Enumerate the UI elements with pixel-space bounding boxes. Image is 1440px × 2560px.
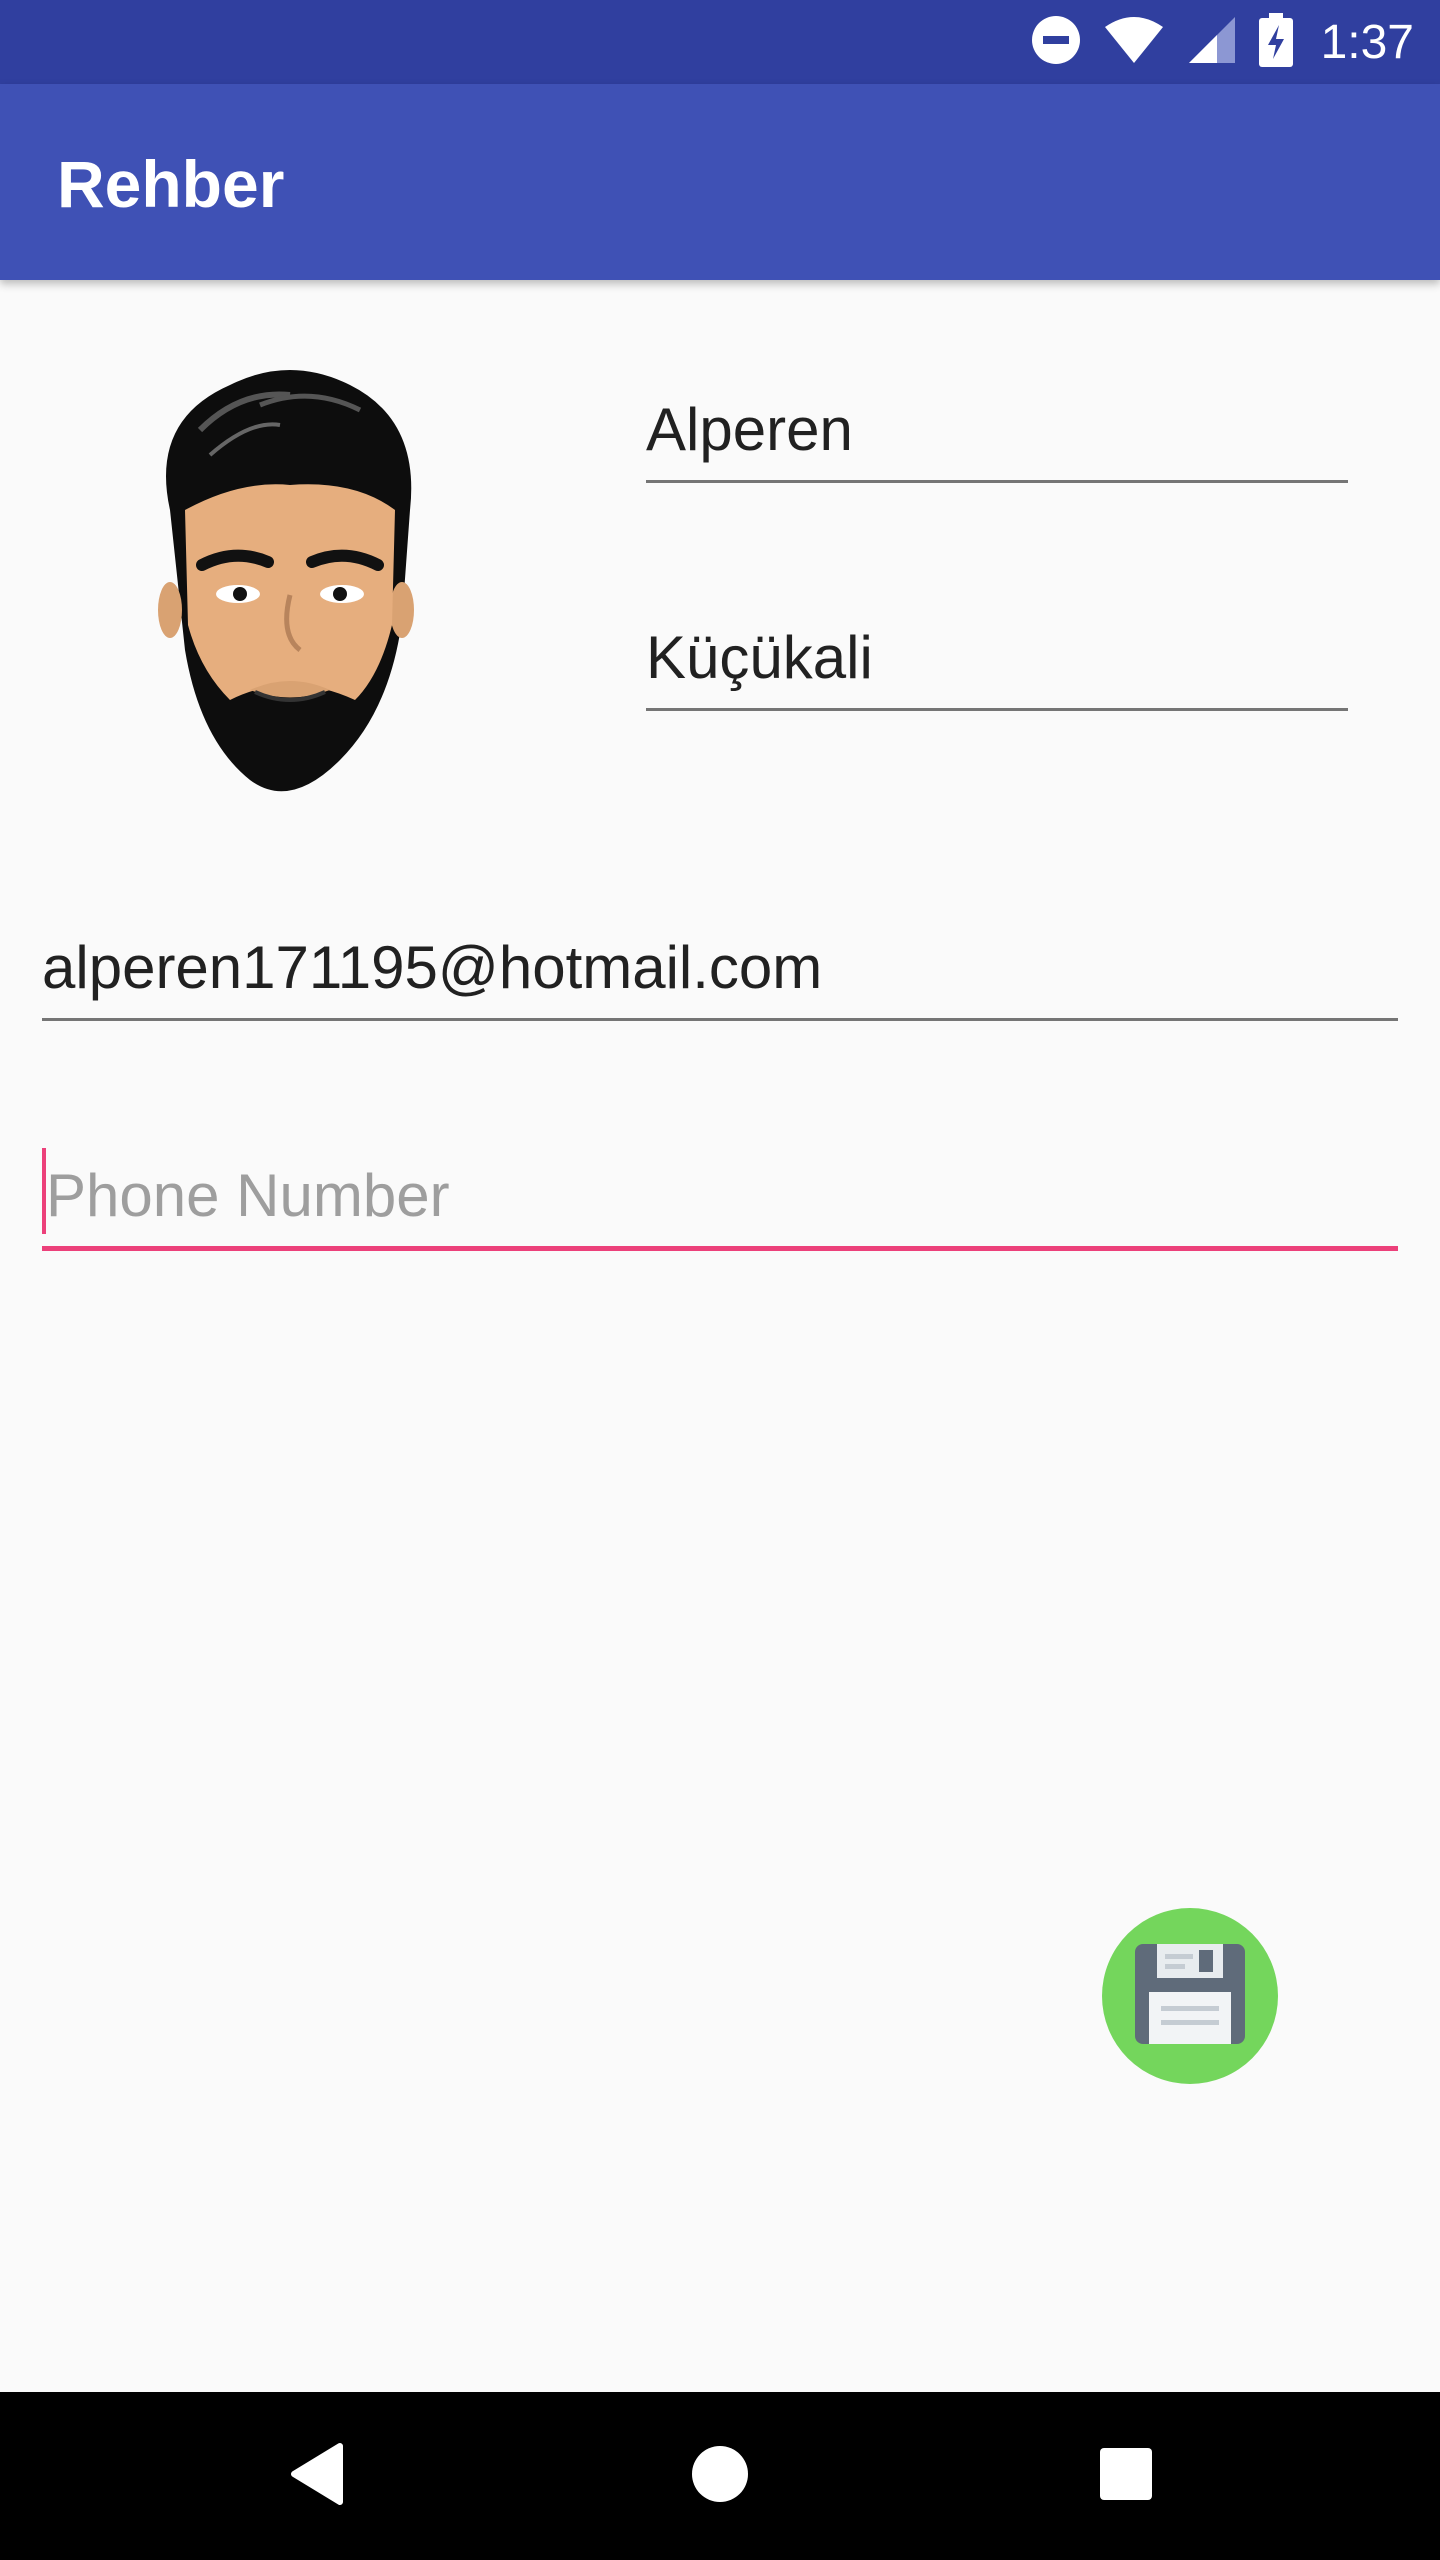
last-name-value: Küçükali <box>646 624 873 691</box>
save-floppy-icon <box>1135 1943 1245 2049</box>
email-field[interactable]: alperen171195@hotmail.com <box>42 908 1398 1021</box>
status-time: 1:37 <box>1320 15 1414 69</box>
home-button[interactable] <box>636 2392 804 2560</box>
do-not-disturb-icon <box>1031 15 1081 70</box>
navigation-bar <box>0 2392 1440 2560</box>
last-name-field[interactable]: Küçükali <box>646 598 1348 711</box>
screen: 1:37 Rehber Alperen Küçükali alperen1711… <box>0 0 1440 2560</box>
first-name-field[interactable]: Alperen <box>646 370 1348 483</box>
cell-signal-icon <box>1187 15 1237 70</box>
status-bar: 1:37 <box>0 0 1440 84</box>
back-icon <box>288 2442 348 2511</box>
recents-icon <box>1098 2446 1154 2507</box>
wifi-icon <box>1103 15 1165 70</box>
back-button[interactable] <box>234 2392 402 2560</box>
recents-button[interactable] <box>1042 2392 1210 2560</box>
app-bar: Rehber <box>0 84 1440 280</box>
first-name-value: Alperen <box>646 396 853 463</box>
app-title: Rehber <box>57 147 285 221</box>
contact-avatar[interactable] <box>140 360 440 820</box>
phone-number-field[interactable]: Phone Number <box>42 1136 1398 1251</box>
email-value: alperen171195@hotmail.com <box>42 934 823 1001</box>
save-button[interactable] <box>1102 1908 1278 2084</box>
status-icons: 1:37 <box>1031 0 1414 84</box>
home-icon <box>690 2444 750 2509</box>
phone-number-placeholder: Phone Number <box>46 1162 450 1229</box>
battery-charging-icon <box>1258 12 1293 72</box>
